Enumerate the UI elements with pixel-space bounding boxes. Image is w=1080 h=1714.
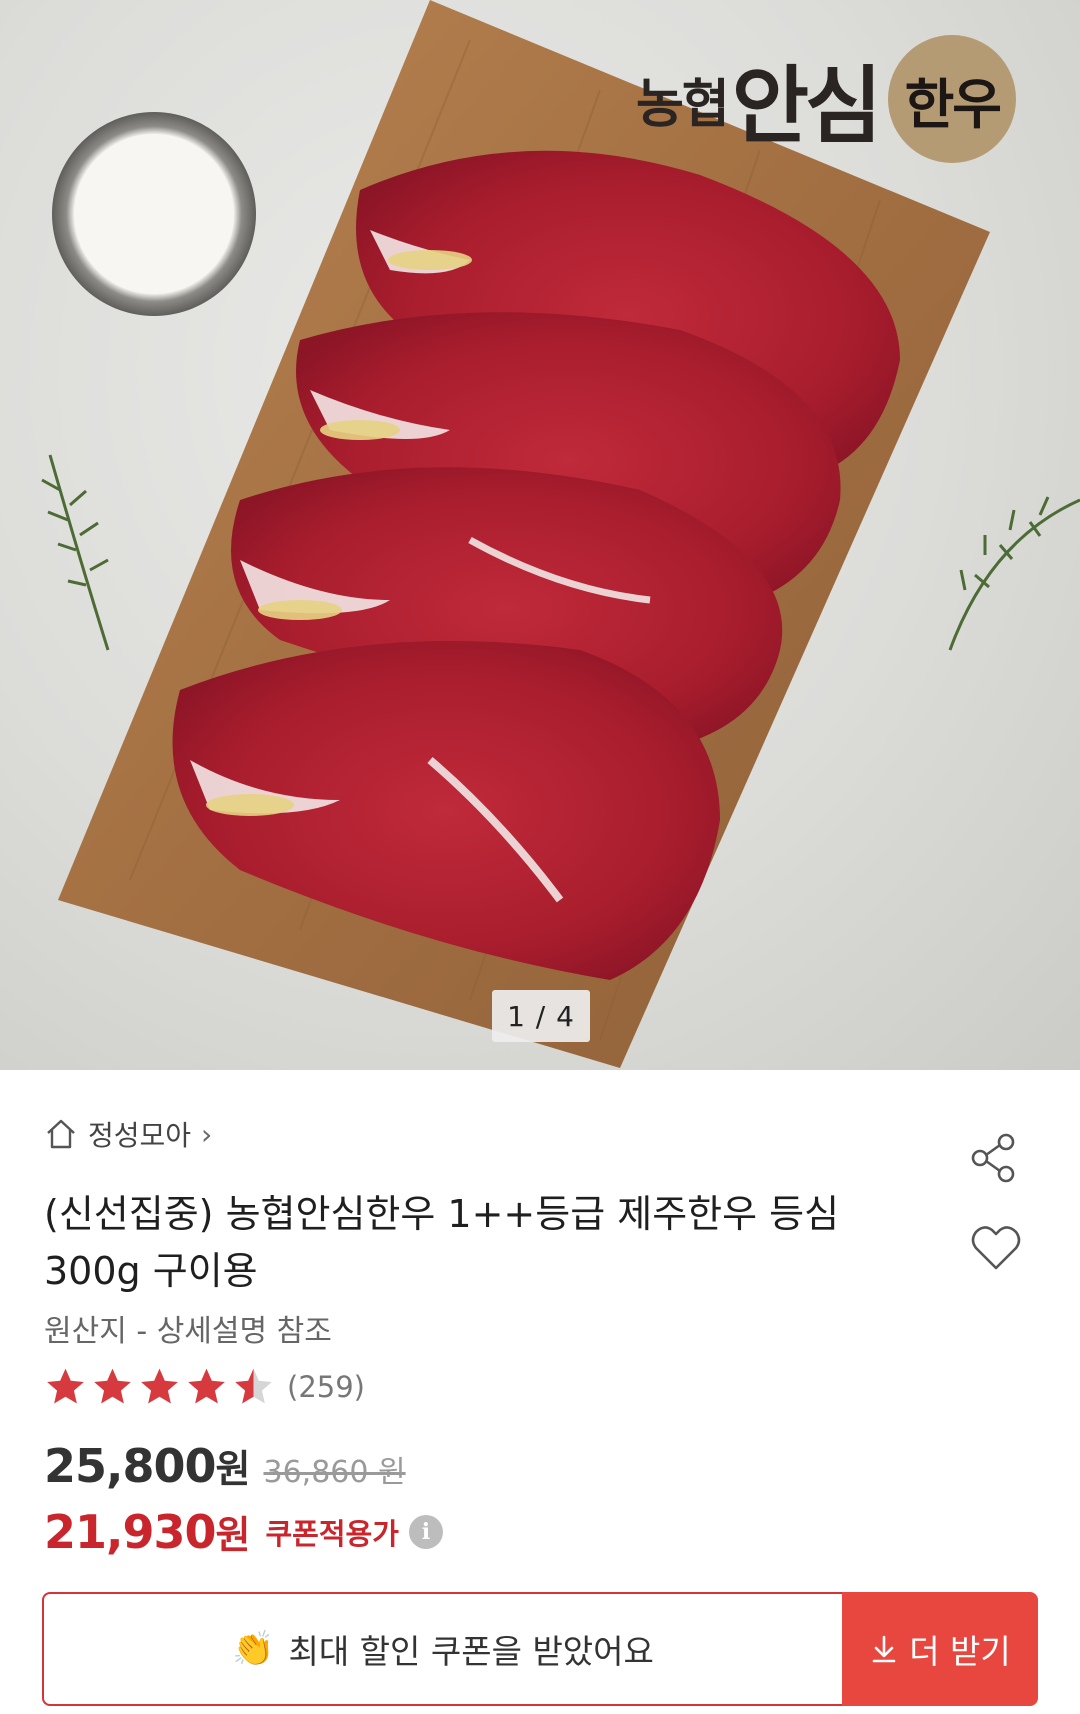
- product-info-section: 정성모아 › (신선집중) 농협안심한우 1++등급 제주한우 등심 300g …: [0, 1070, 1080, 1714]
- coupon-price-label: 쿠폰적용가: [265, 1516, 399, 1551]
- coupon-message-text: 최대 할인 쿠폰을 받았어요: [288, 1632, 654, 1671]
- star-half-icon: [235, 1368, 272, 1404]
- store-link[interactable]: 정성모아 ›: [44, 1114, 212, 1154]
- coupon-price: 21,930원: [44, 1505, 250, 1559]
- star-icon: [94, 1368, 131, 1404]
- get-more-coupons-label: 더 받기: [909, 1632, 1011, 1671]
- product-image-carousel[interactable]: 농협 안심 한우 1 / 4: [0, 0, 1080, 1070]
- product-rating[interactable]: (259): [42, 1364, 365, 1410]
- star-icon: [47, 1368, 84, 1404]
- coupon-banner: 👏 최대 할인 쿠폰을 받았어요 더 받기: [42, 1592, 1038, 1706]
- original-price: 36,860 원: [263, 1455, 406, 1490]
- review-count: (259): [287, 1370, 365, 1404]
- product-title: (신선집중) 농협안심한우 1++등급 제주한우 등심 300g 구이용: [44, 1192, 840, 1293]
- home-icon: [47, 1119, 75, 1149]
- chevron-right-icon: ›: [201, 1117, 213, 1151]
- get-more-coupons-button[interactable]: 더 받기: [842, 1592, 1038, 1706]
- store-name: 정성모아: [88, 1119, 192, 1152]
- coupon-message: 👏 최대 할인 쿠폰을 받았어요: [42, 1592, 842, 1706]
- brand-logo: 농협 안심 한우: [636, 34, 1017, 164]
- coupon-price-row: 21,930원 쿠폰적용가 i: [44, 1504, 443, 1559]
- rating-stars: [42, 1365, 277, 1409]
- star-icon: [188, 1368, 225, 1404]
- product-origin: 원산지 - 상세설명 참조: [44, 1314, 332, 1349]
- download-icon: [872, 1635, 896, 1663]
- info-icon[interactable]: i: [408, 1514, 443, 1549]
- share-icon[interactable]: [966, 1130, 1022, 1186]
- price-row: 25,800원 36,860 원: [44, 1438, 406, 1493]
- image-page-indicator: 1 / 4: [492, 990, 590, 1042]
- clapping-hands-icon: 👏: [232, 1629, 275, 1669]
- star-icon: [141, 1368, 178, 1404]
- sale-price: 25,800원: [44, 1439, 250, 1493]
- heart-icon[interactable]: [968, 1220, 1024, 1276]
